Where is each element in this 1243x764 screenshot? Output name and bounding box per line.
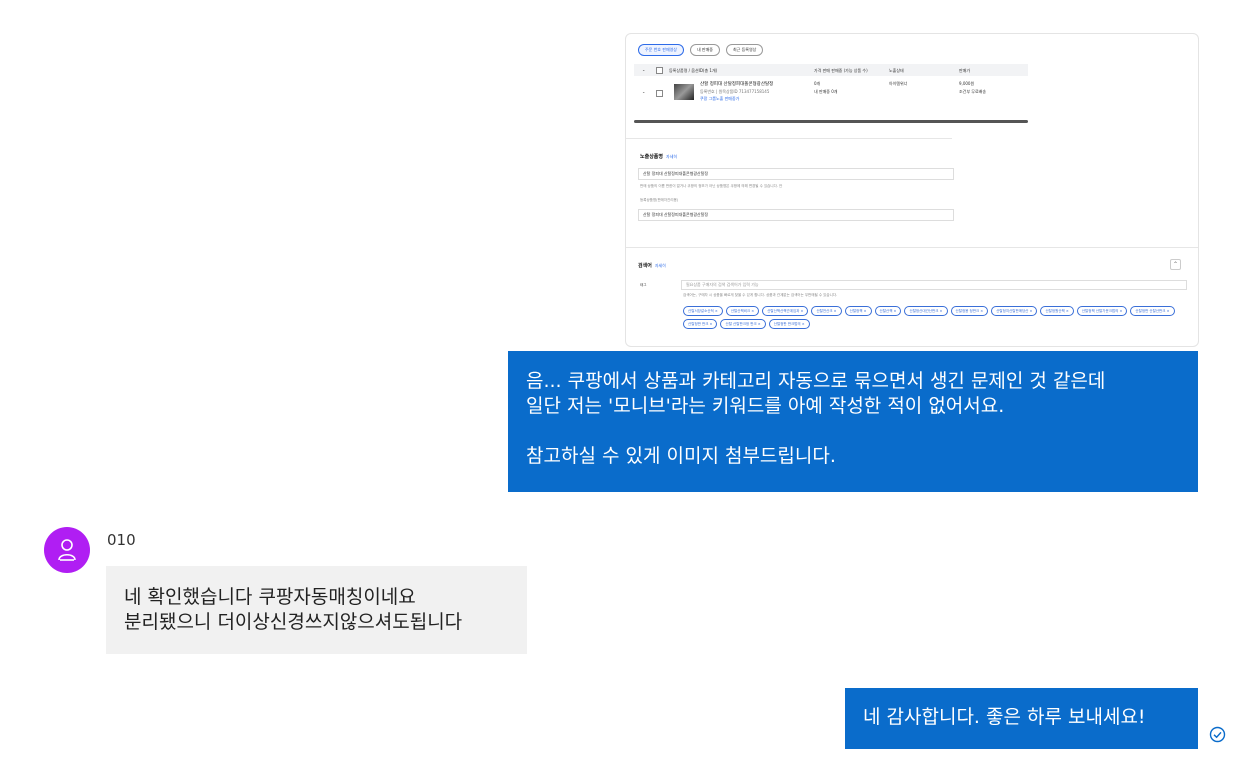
attachment-product-id: 등록번호 | 원목상품ID 713477158145 [700,89,770,94]
attachment-col-name: 등록상품명 / 옵션ID(총 1개) [669,68,718,73]
keyword-chip: 산탈정원산책 × [1040,306,1074,316]
attachment-tab-2: 내 판매중 [689,44,720,56]
incoming-message: 네 확인했습니다 쿠팡자동매칭이네요 분리됐으니 더이상신경쓰지않으셔도됩니다 [106,566,527,654]
attachment-display-note: 판매 상품의 이름 판한이 없거나 쿠팡의 정보가 아닌 상품명은 쿠팡에 의해… [640,184,783,188]
sender-name: 010 [107,531,136,549]
chevron-down-icon: ⌄ [642,89,646,94]
attachment-tabs: 주문 번호 판매영상 내 판매중 최근 등록영상 [638,44,764,56]
attachment-tab-1: 주문 번호 판매영상 [638,44,684,56]
check-circle-icon [1209,726,1226,743]
attachment-keyword-label: 태그 [640,283,647,287]
keyword-chip: 산탈산책 × [874,306,902,316]
attachment-keyword-title: 검색어 자세히 [638,263,666,269]
keyword-chip: 산탈정용 정판크 × [950,306,989,316]
keyword-chip: 산탈정판 판크법의 × [768,319,810,329]
attachment-keyword-section: 검색어 자세히 태그 필요상품 구매자의 검색 검색어가 입력 가능 검색어는, … [626,247,1198,346]
person-icon [58,539,76,561]
keyword-chip: 산탈정책 산탈가운크법의 × [1076,306,1128,316]
keyword-chip: 산탈정산대관산판크 × [904,306,948,316]
keyword-chip: 산탈서장갈소산적 × [683,306,723,316]
keyword-chip: 산탈산책산책관계임과 × [762,306,809,316]
attachment-stock: 0개 [814,81,821,86]
attachment-row-checkbox [656,90,663,97]
attachment-scrollbar [634,120,1028,123]
outgoing-message: 네 감사합니다. 좋은 하루 보내세요! [845,688,1198,749]
attachment-status: 아이템위너 [889,81,908,86]
chevron-down-icon: ⌄ [642,67,646,72]
attached-image[interactable]: 주문 번호 판매영상 내 판매중 최근 등록영상 ⌄ 등록상품명 / 옵션ID(… [625,33,1199,347]
attachment-keyword-chips: 산탈서장갈소산적 × 산탈산책비크 × 산탈산책산책관계임과 × 산탈전산크 × 산탈정… [683,306,1188,329]
attachment-product-link: 쿠팡 그룹노출 판매중가 [700,96,740,101]
outgoing-message-text: 음... 쿠팡에서 상품과 카테고리 자동으로 묶으면서 생긴 문제인 것 같은… [526,370,1106,467]
attachment-product-name: 산할 정피대 산탈정피대폴콘형광산탈정 [700,82,774,87]
attachment-display-name-section: 노출상품명 자세히 산탈 정피대 산탈정피대폴콘형광산탈정 판매 상품의 이름 판… [626,138,954,239]
attachment-table-header: ⌄ 등록상품명 / 옵션ID(총 1개) 가격 판매 판매중 (가능 상품 수)… [634,64,1028,76]
outgoing-message-text: 네 감사합니다. 좋은 하루 보내세요! [863,706,1146,728]
attachment-keyword-note: 검색어는, 구매자 시 상품을 빠르게 찾을 수 있게 합니다. 상품과 관계없… [683,293,838,297]
attachment-sub-stock: 내 판매중 0개 [814,89,838,94]
collapse-icon: ⌃ [1170,259,1181,270]
keyword-chip: 산탈 산탈판크정 판크 × [720,319,766,329]
attachment-display-label2: 등록상품명(판매자관리용) [640,198,679,202]
keyword-chip: 산탈정지산탈판매당산 × [991,306,1038,316]
keyword-chip: 산탈정판 산탈산판크 × [1130,306,1175,316]
keyword-chip: 산탈전산크 × [811,306,842,316]
redaction-mask [136,526,238,551]
attachment-display-field: 산탈 정피대 산탈정피대폴콘형광산탈정 [638,168,954,180]
attachment-display-title: 노출상품명 자세히 [640,154,678,160]
attachment-tab-3: 최근 등록영상 [725,44,764,56]
keyword-chip: 산탈정책 × [844,306,872,316]
attachment-col-status: 노출상태 [889,68,904,73]
outgoing-message: 음... 쿠팡에서 상품과 카테고리 자동으로 묶으면서 생긴 문제인 것 같은… [508,351,1198,492]
attachment-price: 9,000원 [959,81,975,86]
incoming-message-text: 네 확인했습니다 쿠팡자동매칭이네요 분리됐으니 더이상신경쓰지않으셔도됩니다 [124,586,463,633]
keyword-chip: 산탈산책비크 × [725,306,760,316]
attachment-col-stock: 가격 판매 판매중 (가능 상품 수) [814,68,868,73]
attachment-product-table: ⌄ 등록상품명 / 옵션ID(총 1개) 가격 판매 판매중 (가능 상품 수)… [634,64,1028,124]
attachment-checkbox [656,67,663,74]
product-thumbnail [674,84,694,100]
keyword-chip: 산탈정판 판크 × [683,319,718,329]
attachment-col-price: 판매가 [959,68,971,73]
attachment-price-sub: 조건부 무료배송 [959,89,987,94]
chat-thread: 주문 번호 판매영상 내 판매중 최근 등록영상 ⌄ 등록상품명 / 옵션ID(… [0,0,1243,764]
attachment-display-field2: 산탈 정피대 산탈정피대폴콘형광산탈정 [638,209,954,221]
attachment-keyword-input: 필요상품 구매자의 검색 검색어가 입력 가능 [681,280,1187,290]
avatar[interactable] [44,527,90,573]
